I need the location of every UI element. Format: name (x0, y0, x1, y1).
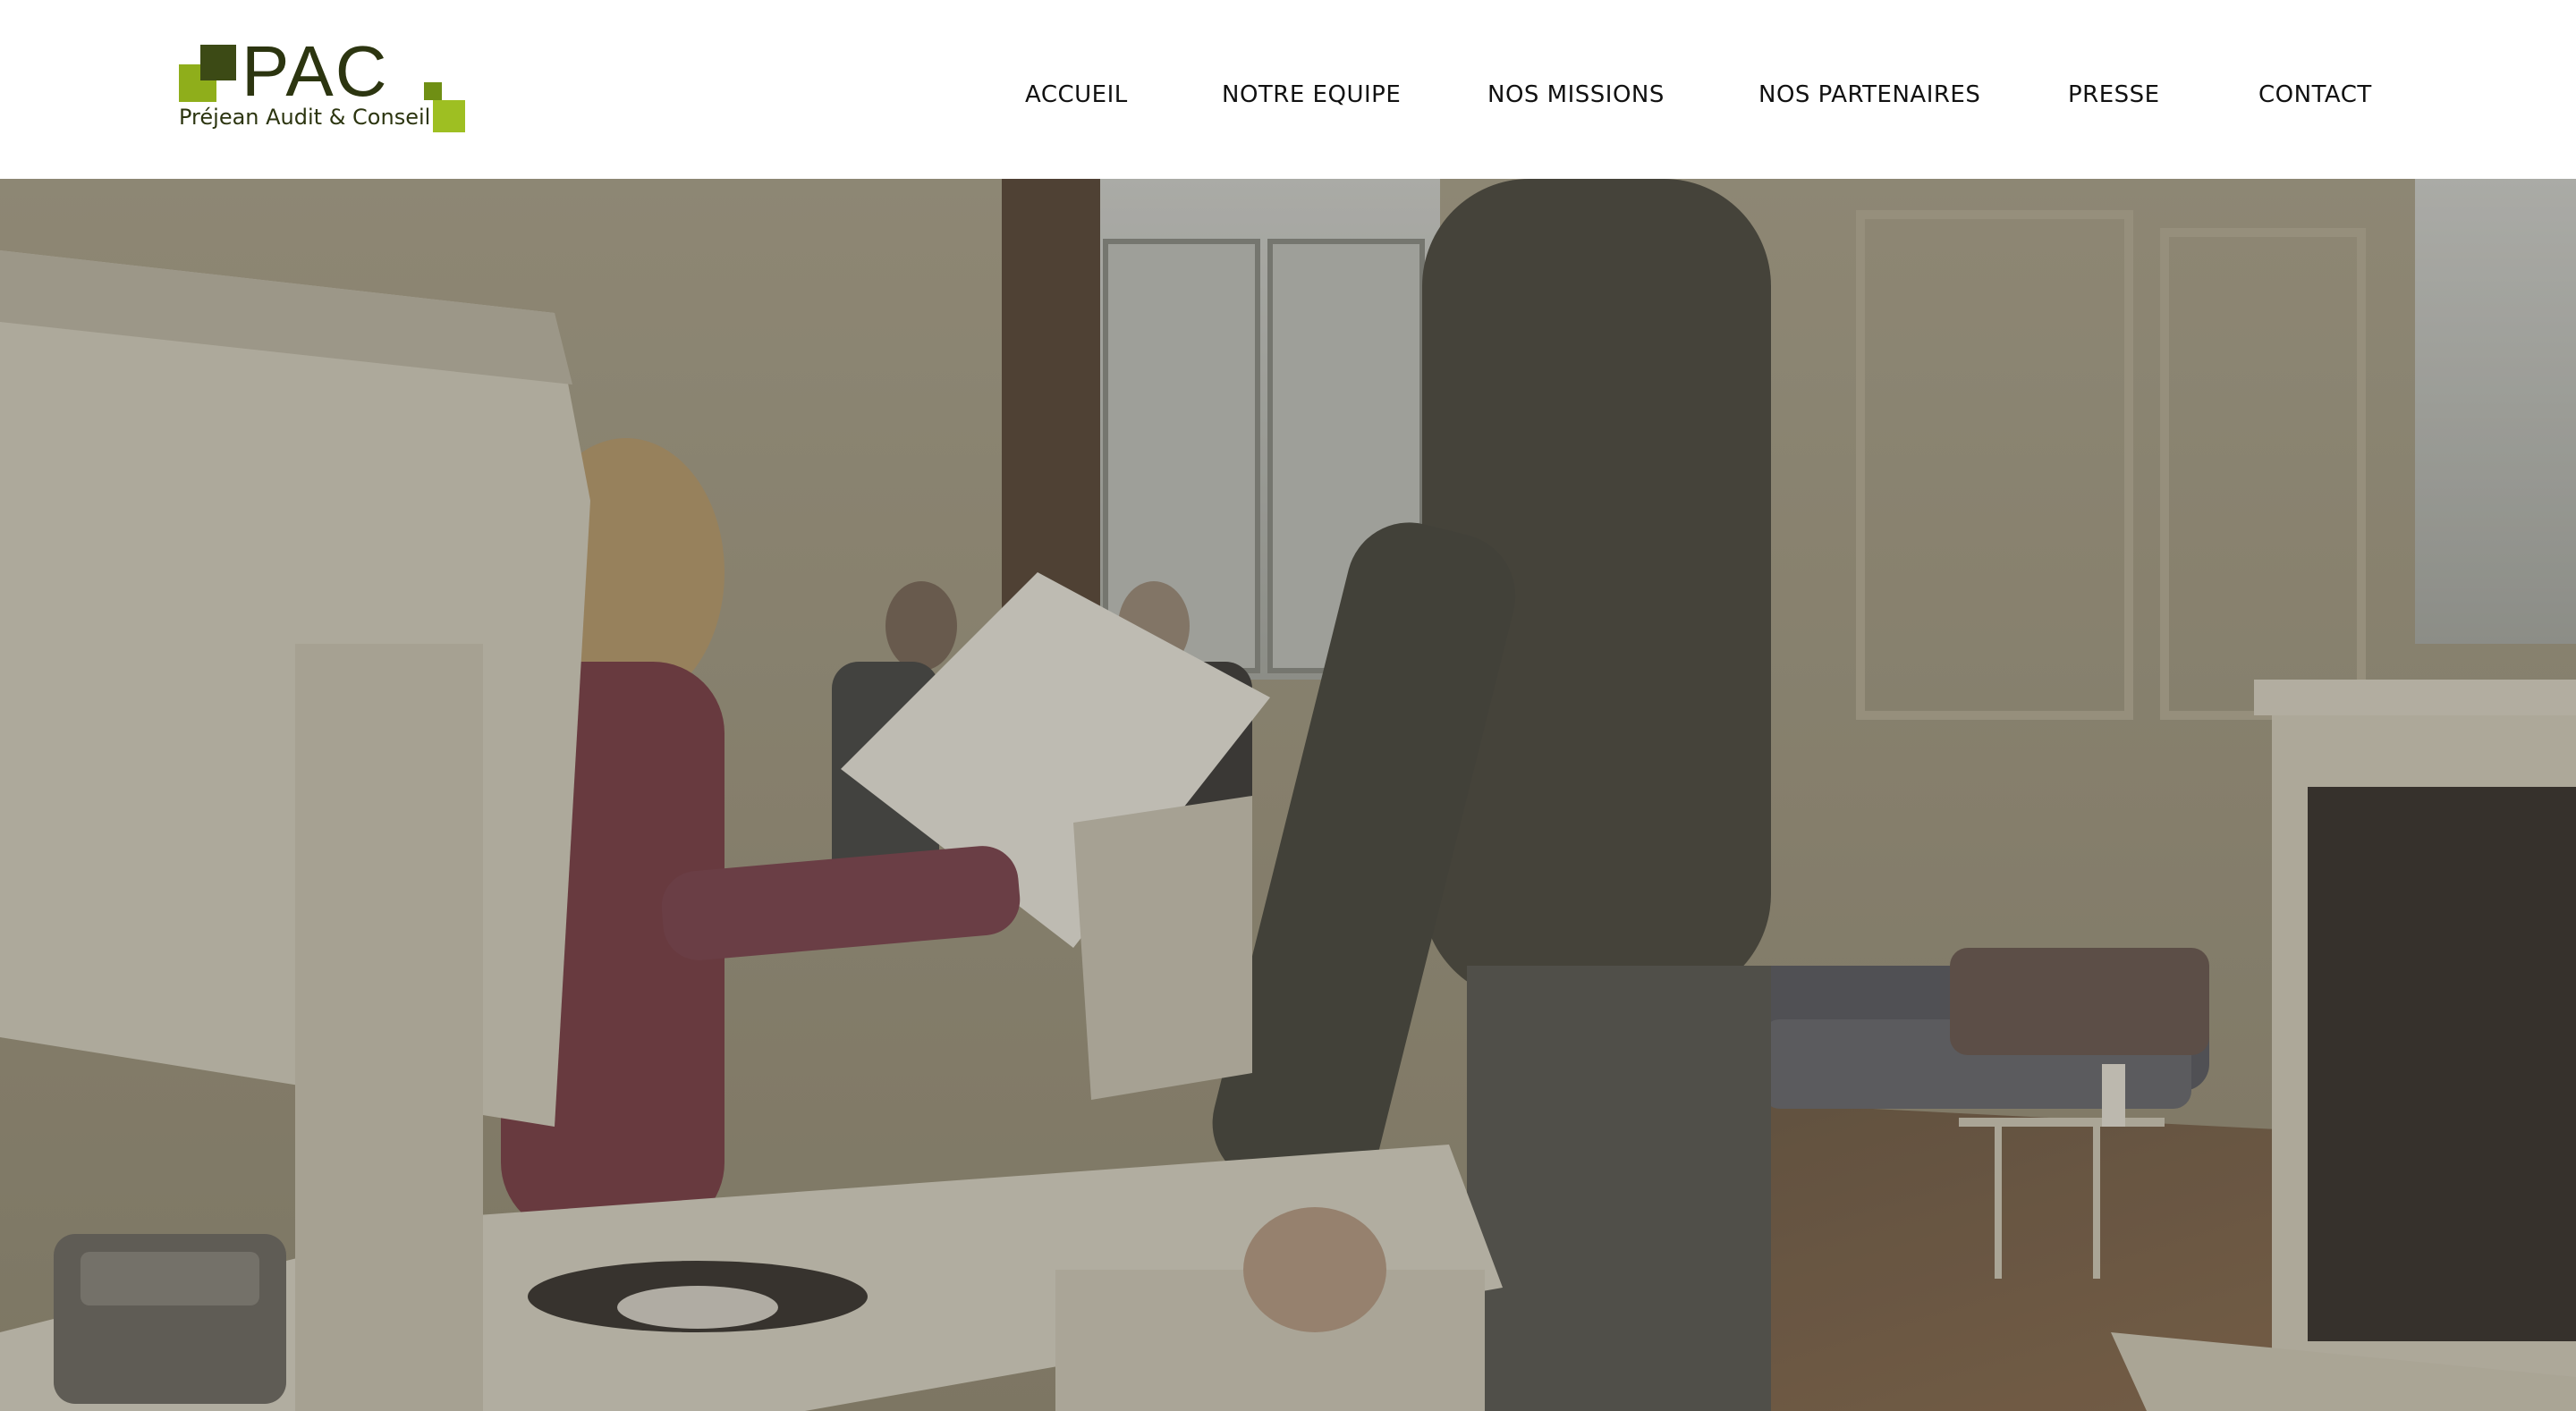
nav-item-nos-partenaires[interactable]: NOS PARTENAIRES (1758, 77, 1980, 113)
nav-item-presse[interactable]: PRESSE (2068, 77, 2160, 113)
logo-square-dark (200, 45, 236, 80)
nav-item-notre-equipe[interactable]: NOTRE EQUIPE (1222, 77, 1401, 113)
hero-video-background (0, 179, 2576, 1411)
site-header: PAC Préjean Audit & Conseil ACCUEIL NOTR… (0, 0, 2576, 179)
nav-item-nos-missions[interactable]: NOS MISSIONS (1487, 77, 1665, 113)
nav-item-contact[interactable]: CONTACT (2258, 77, 2372, 113)
main-nav: ACCUEIL NOTRE EQUIPE NOS MISSIONS NOS PA… (0, 77, 2576, 113)
hero-darken-overlay (0, 179, 2576, 1411)
nav-item-accueil[interactable]: ACCUEIL (1025, 77, 1128, 113)
